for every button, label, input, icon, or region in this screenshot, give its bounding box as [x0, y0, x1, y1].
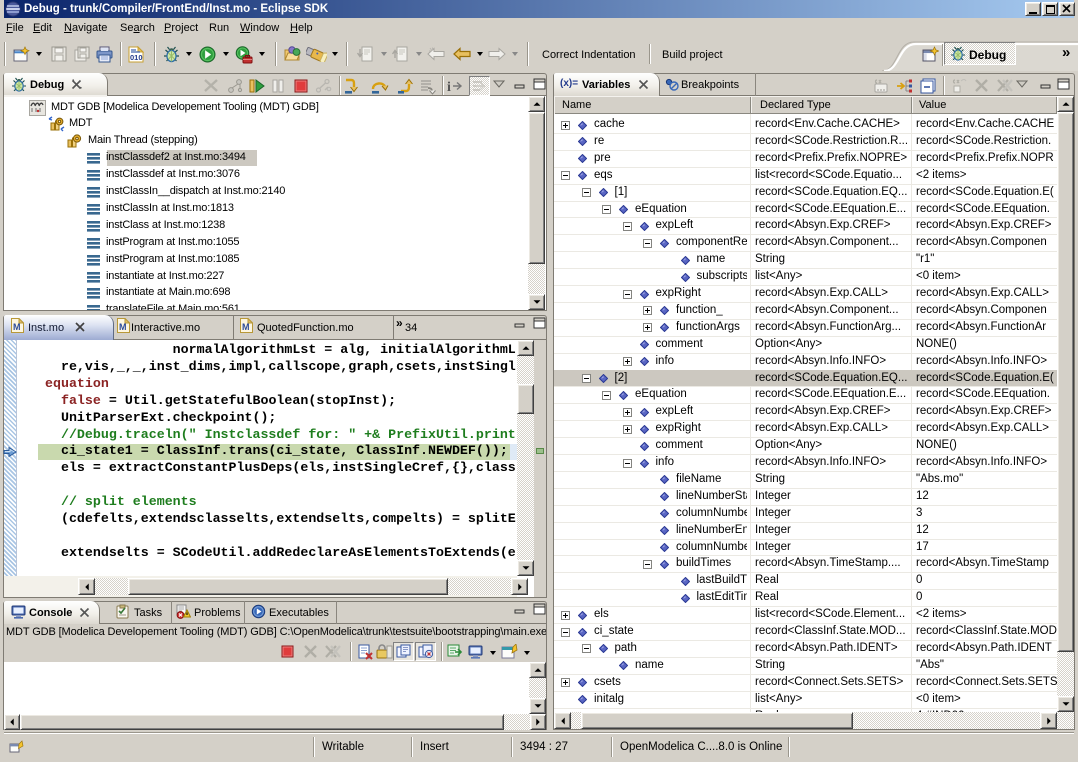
svg-text:i: i: [447, 80, 451, 94]
svg-text:010: 010: [130, 53, 143, 62]
svg-text:M: M: [242, 322, 250, 332]
svg-text:M: M: [13, 322, 21, 332]
svg-text:M: M: [119, 322, 127, 332]
